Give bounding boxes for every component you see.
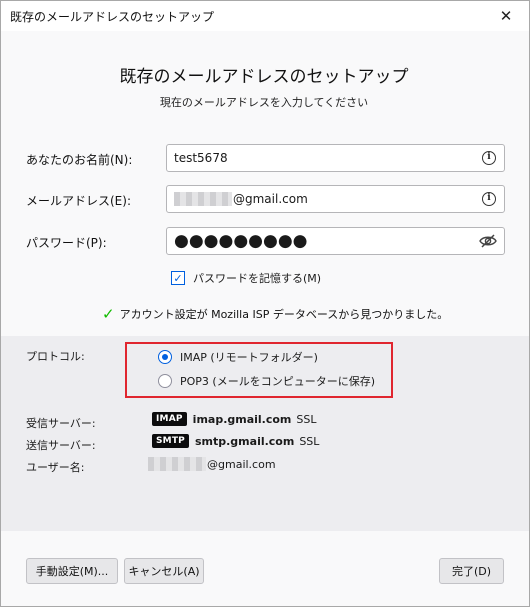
- info-icon[interactable]: i: [482, 151, 496, 165]
- name-value: test5678: [174, 151, 228, 165]
- done-button[interactable]: 完了(D): [439, 558, 504, 584]
- status-message: ✓ アカウント設定が Mozilla ISP データベースから見つかりました。: [102, 305, 448, 323]
- username-label: ユーザー名:: [26, 461, 85, 474]
- cancel-button[interactable]: キャンセル(A): [124, 558, 204, 584]
- username-suffix: @gmail.com: [207, 457, 276, 471]
- redacted-text: [174, 192, 232, 206]
- password-field[interactable]: ●●●●●●●●●: [166, 227, 505, 255]
- protocol-badge: IMAP: [152, 412, 187, 426]
- protocol-option-pop3[interactable]: POP3 (メールをコンピューターに保存): [158, 373, 375, 389]
- email-value-suffix: @gmail.com: [233, 192, 308, 206]
- outgoing-security: SSL: [299, 434, 320, 448]
- protocol-option-label: IMAP (リモートフォルダー): [180, 351, 318, 364]
- window-title: 既存のメールアドレスのセットアップ: [10, 9, 215, 24]
- outgoing-server-label: 送信サーバー:: [26, 439, 96, 452]
- info-icon[interactable]: i: [482, 192, 496, 206]
- incoming-security: SSL: [296, 412, 317, 426]
- status-text: アカウント設定が Mozilla ISP データベースから見つかりました。: [119, 308, 449, 321]
- check-icon: ✓: [102, 305, 115, 323]
- title-bar: 既存のメールアドレスのセットアップ ✕: [1, 1, 529, 31]
- incoming-server-label: 受信サーバー:: [26, 417, 96, 430]
- page-subtitle: 現在のメールアドレスを入力してください: [159, 96, 369, 109]
- password-label: パスワード(P):: [26, 236, 107, 250]
- checkbox-checked-icon[interactable]: ✓: [171, 271, 185, 285]
- setup-dialog: 既存のメールアドレスのセットアップ ✕: [0, 0, 530, 607]
- protocol-label: プロトコル:: [26, 350, 85, 363]
- email-label: メールアドレス(E):: [26, 194, 131, 208]
- page-title: 既存のメールアドレスのセットアップ: [119, 67, 409, 87]
- remember-password-label: パスワードを記憶する(M): [193, 272, 322, 285]
- outgoing-host: smtp.gmail.com: [194, 434, 295, 448]
- username-value: @gmail.com: [148, 457, 276, 471]
- password-mask: ●●●●●●●●●: [174, 230, 308, 251]
- name-label: あなたのお名前(N):: [26, 153, 133, 167]
- protocol-badge: SMTP: [152, 434, 189, 448]
- protocol-option-imap[interactable]: IMAP (リモートフォルダー): [158, 349, 318, 365]
- email-field[interactable]: @gmail.com i: [166, 185, 505, 213]
- manual-config-button[interactable]: 手動設定(M)...: [26, 558, 118, 584]
- eye-slash-icon[interactable]: [479, 233, 497, 249]
- close-icon[interactable]: ✕: [483, 1, 529, 31]
- radio-checked-icon[interactable]: [158, 350, 172, 364]
- remember-password-checkbox[interactable]: ✓ パスワードを記憶する(M): [171, 270, 321, 286]
- protocol-option-label: POP3 (メールをコンピューターに保存): [180, 375, 376, 388]
- incoming-server-value: IMAP imap.gmail.com SSL: [152, 412, 317, 426]
- incoming-host: imap.gmail.com: [192, 412, 292, 426]
- outgoing-server-value: SMTP smtp.gmail.com SSL: [152, 434, 319, 448]
- redacted-text: [148, 457, 206, 471]
- name-field[interactable]: test5678 i: [166, 144, 505, 172]
- radio-unchecked-icon[interactable]: [158, 374, 172, 388]
